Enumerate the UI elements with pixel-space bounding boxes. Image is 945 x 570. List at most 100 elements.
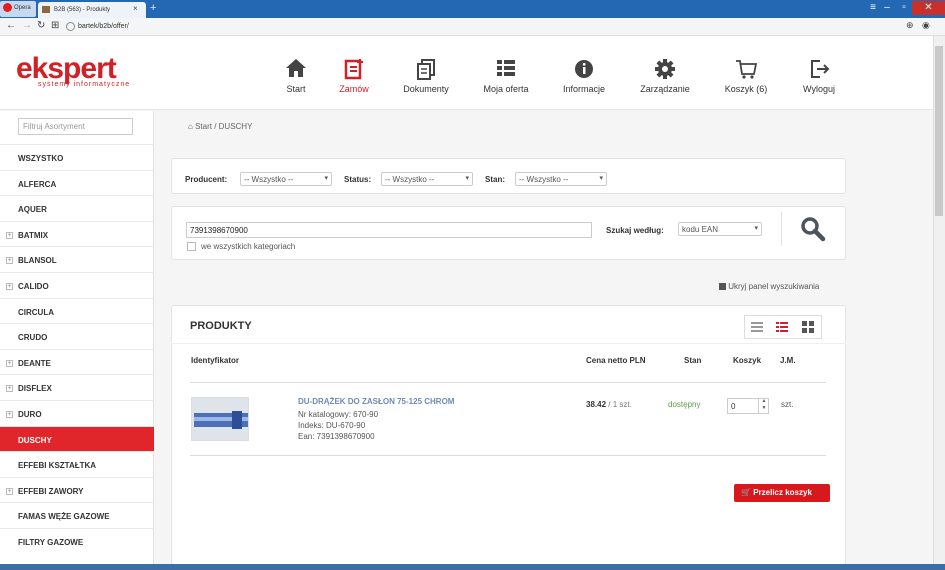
new-tab-button[interactable]: + — [150, 2, 156, 14]
status-value: -- Wszystko -- — [385, 175, 435, 184]
filter-assortment-input[interactable]: Filtruj Asortyment — [18, 118, 133, 135]
home-icon[interactable]: ⌂ — [188, 122, 193, 131]
sidebar-item-duro[interactable]: + DURO — [0, 400, 154, 425]
list-icon — [471, 58, 541, 84]
status-select[interactable]: -- Wszystko -- ▾ — [381, 172, 473, 186]
nav-label: Moja oferta — [483, 84, 529, 94]
forward-icon[interactable]: → — [22, 20, 32, 31]
sidebar-item-calido[interactable]: + CALIDO — [0, 272, 154, 297]
nav-management[interactable]: Zarządzanie — [630, 58, 700, 94]
sidebar-item-label: CIRCULA — [18, 307, 54, 317]
logout-icon — [784, 58, 854, 84]
sidebar-item-aquer[interactable]: AQUER — [0, 195, 154, 220]
expand-icon[interactable]: + — [6, 283, 13, 290]
nav-info[interactable]: Informacje — [549, 58, 619, 94]
scrollbar-thumb[interactable] — [935, 46, 943, 216]
expand-icon[interactable]: + — [6, 257, 13, 265]
url-field[interactable]: bartek/b2b/offer/ — [78, 20, 898, 34]
sidebar-item-filtry-gazowe[interactable]: FILTRY GAZOWE — [0, 528, 154, 553]
product-price: 38.42 / 1 szt. — [586, 400, 632, 409]
square-icon — [719, 283, 726, 290]
search-input[interactable]: 7391398670900 — [186, 222, 592, 238]
logo[interactable]: ekspert — [16, 54, 117, 84]
sidebar-item-deante[interactable]: + DEANTE — [0, 348, 154, 374]
expand-icon[interactable]: + — [6, 231, 13, 239]
recalc-label: Przelicz koszyk — [753, 488, 812, 497]
grid-view-icon[interactable] — [802, 321, 814, 335]
product-unit: szt. — [781, 400, 794, 409]
sidebar-item-famas-węże-gazowe[interactable]: FAMAS WĘŻE GAZOWE — [0, 502, 154, 527]
sidebar-item-blansol[interactable]: + BLANSOL — [0, 246, 154, 271]
nav-label: Informacje — [562, 84, 606, 94]
breadcrumb-text[interactable]: Start / DUSCHY — [195, 122, 252, 131]
account-icon[interactable]: ◉ — [922, 20, 930, 31]
expand-icon[interactable]: + — [6, 385, 13, 393]
sidebar-item-effebi-zawory[interactable]: + EFFEBI ZAWORY — [0, 476, 154, 502]
stan-label: Stan: — [485, 175, 505, 184]
products-title: PRODUKTY — [190, 320, 252, 332]
sidebar-item-circula[interactable]: CIRCULA — [0, 297, 154, 323]
hide-search-panel-link[interactable]: Ukryj panel wyszukiwania — [719, 282, 819, 291]
maximize-button[interactable]: ▫ — [896, 1, 912, 15]
sidebar-item-crudo[interactable]: CRUDO — [0, 323, 154, 348]
sidebar-item-label: EFFEBI KSZTAŁTKA — [18, 461, 97, 471]
expand-icon[interactable]: + — [6, 359, 13, 367]
sidebar-item-duschy[interactable]: DUSCHY — [0, 425, 154, 451]
documents-icon — [391, 58, 461, 84]
nav-my-offer[interactable]: Moja oferta — [471, 58, 541, 94]
product-image[interactable] — [191, 397, 249, 441]
logo-subtitle: systemy informatyczne — [38, 81, 131, 88]
producent-select[interactable]: -- Wszystko -- ▾ — [240, 172, 332, 186]
nav-order[interactable]: Zamów — [319, 58, 389, 94]
quantity-value: 0 — [731, 402, 736, 411]
recalculate-cart-button[interactable]: 🛒 Przelicz koszyk — [734, 484, 830, 502]
reload-icon[interactable]: ↻ — [37, 20, 45, 31]
filter-panel: Producent: -- Wszystko -- ▾ Status: -- Ws… — [171, 158, 846, 194]
search-by-select[interactable]: kodu EAN ▾ — [678, 222, 762, 236]
opera-logo-icon — [3, 3, 12, 12]
all-categories-checkbox[interactable] — [187, 242, 196, 251]
browser-tab[interactable]: B2B (563) - Produkty — [38, 2, 146, 18]
tab-close-icon[interactable]: × — [133, 4, 138, 13]
site-header: ekspert systemy informatyczne Start Zamó… — [0, 36, 934, 110]
sidebar-item-effebi-kształtka[interactable]: EFFEBI KSZTAŁTKA — [0, 451, 154, 476]
site-info-icon[interactable] — [66, 22, 75, 31]
nav-label: Wyloguj — [803, 84, 835, 94]
stan-select[interactable]: -- Wszystko -- ▾ — [515, 172, 607, 186]
nav-logout[interactable]: Wyloguj — [784, 58, 854, 94]
speed-dial-icon[interactable]: ⊞ — [51, 20, 59, 31]
chevron-down-icon: ▾ — [324, 175, 328, 182]
browser-menu-icon[interactable]: ≡ — [866, 1, 880, 15]
products-panel — [171, 305, 846, 570]
search-by-value: kodu EAN — [682, 225, 719, 234]
minimize-button[interactable]: – — [880, 1, 894, 15]
nav-label: Dokumenty — [403, 84, 449, 94]
cart-icon — [711, 58, 781, 84]
divider — [190, 382, 826, 383]
sidebar-item-label: FILTRY GAZOWE — [18, 538, 84, 547]
sidebar-item-wszystko[interactable]: WSZYSTKO — [0, 144, 154, 169]
search-icon[interactable] — [800, 216, 826, 244]
sidebar-item-batmix[interactable]: + BATMIX — [0, 220, 154, 246]
stepper-arrows-icon[interactable]: ▲ ▼ — [758, 398, 769, 414]
download-icon[interactable]: ⊕ — [906, 20, 914, 31]
sidebar-item-label: DURO — [18, 410, 42, 419]
sidebar-item-label: BLANSOL — [18, 256, 57, 266]
back-icon[interactable]: ← — [6, 20, 16, 31]
product-name-link[interactable]: DU-DRĄŻEK DO ZASŁON 75-125 CHROM — [298, 397, 454, 406]
nav-cart[interactable]: Koszyk (6) — [711, 58, 781, 94]
status-label: Status: — [344, 175, 372, 184]
sidebar-item-disflex[interactable]: + DISFLEX — [0, 374, 154, 399]
price-unit: / 1 szt. — [608, 400, 632, 409]
expand-icon[interactable]: + — [6, 487, 13, 495]
sidebar-item-alferca[interactable]: ALFERCA — [0, 169, 154, 195]
list-view-icon[interactable] — [751, 321, 763, 335]
producent-value: -- Wszystko -- — [244, 175, 294, 184]
expand-icon[interactable]: + — [6, 411, 13, 418]
nav-documents[interactable]: Dokumenty — [391, 58, 461, 94]
cart-icon: 🛒 — [741, 488, 751, 497]
address-bar: ← → ↻ ⊞ bartek/b2b/offer/ ⊕ ◉ — [0, 18, 945, 36]
product-ean: Ean: 7391398670900 — [298, 432, 375, 441]
detail-list-icon[interactable] — [776, 321, 788, 335]
close-window-button[interactable]: ✕ — [912, 1, 945, 15]
